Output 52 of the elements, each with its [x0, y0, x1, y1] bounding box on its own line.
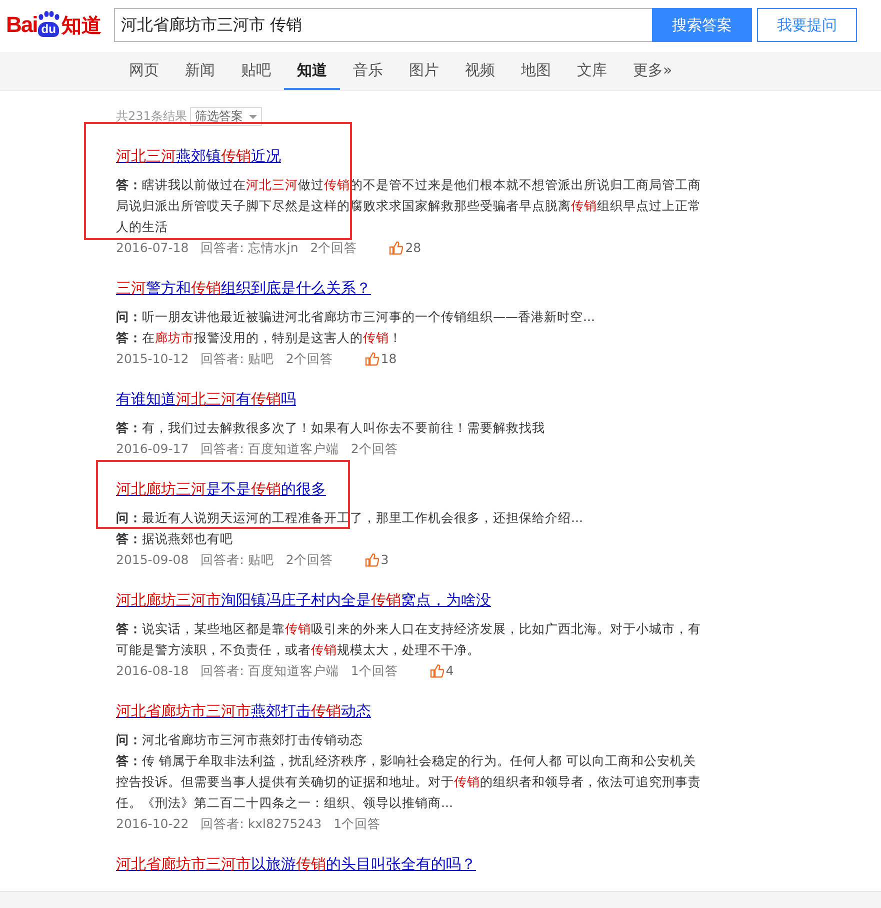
nav-tab[interactable]: 音乐 — [340, 52, 396, 90]
answer-date: 2015-10-12 — [116, 350, 189, 368]
thumbs-up-icon[interactable] — [430, 664, 444, 678]
thumbs-up-icon[interactable] — [364, 552, 379, 566]
answer-date: 2016-09-17 — [116, 440, 189, 458]
thumbs-up-icon[interactable] — [364, 352, 379, 366]
nav-tab[interactable]: 更多» — [620, 52, 686, 90]
answerer-name: 回答者: 忘情水jn — [200, 239, 298, 257]
answerer-name: 回答者: kxl8275243 — [200, 815, 322, 833]
like-count: 3 — [380, 551, 389, 569]
result-snippet: 答：据说燕郊也有吧 — [116, 530, 234, 548]
nav-tab[interactable]: 文库 — [564, 52, 620, 90]
answer-date: 2016-08-18 — [116, 662, 189, 680]
answer-count: 2个回答 — [286, 551, 333, 569]
like-count: 28 — [405, 239, 422, 257]
result-snippet: 答：有，我们过去解救很多次了！如果有人叫你去不要前往！需要解救找我 — [116, 419, 546, 437]
result-count: 共231条结果 — [116, 108, 187, 125]
answer-count: 2个回答 — [286, 350, 333, 368]
result-snippet: 答：传 销属于牟取非法利益，扰乱经济秩序，影响社会稳定的行为。任何人都 可以向工商和公安机关控告投诉。但需要当事人提供有关确切的证据和地址。对于传销的组织者和领导者，依法可追究刑事责任。《刑法》第二百二十四条之一：组织、领导以推销商... — [116, 752, 702, 812]
search-button[interactable]: 搜索答案 — [652, 8, 752, 42]
answer-date: 2016-07-18 — [116, 239, 189, 257]
like-count: 18 — [380, 350, 397, 368]
answer-count: 2个回答 — [310, 239, 358, 257]
nav-tab[interactable]: 网页 — [116, 52, 172, 90]
result-snippet: 答：说实话，某些地区都是靠传销吸引来的外来人口在支持经济发展，比如广西北海。对于小城市，有可能是警方渎职，不负责任，或者传销规模太大，处理不干净。 — [116, 620, 702, 659]
answer-date: 2016-10-22 — [116, 815, 189, 833]
answerer-name: 回答者: 贴吧 — [200, 551, 274, 569]
result-snippet: 问：河北省廊坊市三河市燕郊打击传销动态 — [116, 731, 364, 749]
nav-tab[interactable]: 新闻 — [172, 52, 228, 90]
answer-date: 2015-09-08 — [116, 551, 189, 569]
answer-count: 1个回答 — [334, 815, 381, 833]
caret-icon — [248, 114, 257, 118]
ask-button[interactable]: 我要提问 — [757, 8, 857, 42]
nav-tab[interactable]: 知道 — [284, 52, 340, 90]
result-snippet: 问：听一朋友讲他最近被骗进河北省廊坊市三河事的一个传销组织——香港新时空... — [116, 308, 596, 326]
nav-tab[interactable]: 视频 — [452, 52, 508, 90]
answerer-name: 回答者: 贴吧 — [200, 350, 274, 368]
filter-dropdown[interactable]: 筛选答案 — [190, 107, 262, 126]
thumbs-up-icon[interactable] — [389, 240, 404, 254]
result-title-link[interactable]: 有谁知道河北三河有传销吗 — [116, 389, 296, 409]
search-field[interactable]: 河北省廊坊市三河市 传销 — [114, 8, 652, 42]
result-snippet: 问：最近有人说朔天运河的工程准备开工了，那里工作机会很多，还担保给介绍... — [116, 509, 584, 527]
answerer-name: 回答者: 百度知道客户端 — [200, 662, 339, 680]
nav-tab[interactable]: 图片 — [396, 52, 452, 90]
result-snippet: 答：在廊坊市报警没用的，特别是这害人的传销！ — [116, 329, 403, 347]
answer-count: 1个回答 — [350, 662, 398, 680]
answerer-name: 回答者: 百度知道客户端 — [200, 440, 339, 458]
like-count: 4 — [446, 662, 454, 680]
baidu-logo[interactable]: Bai du 知道 — [6, 11, 114, 39]
nav-tab[interactable]: 地图 — [508, 52, 564, 90]
answer-count: 2个回答 — [350, 440, 398, 458]
nav-tab[interactable]: 贴吧 — [228, 52, 284, 90]
